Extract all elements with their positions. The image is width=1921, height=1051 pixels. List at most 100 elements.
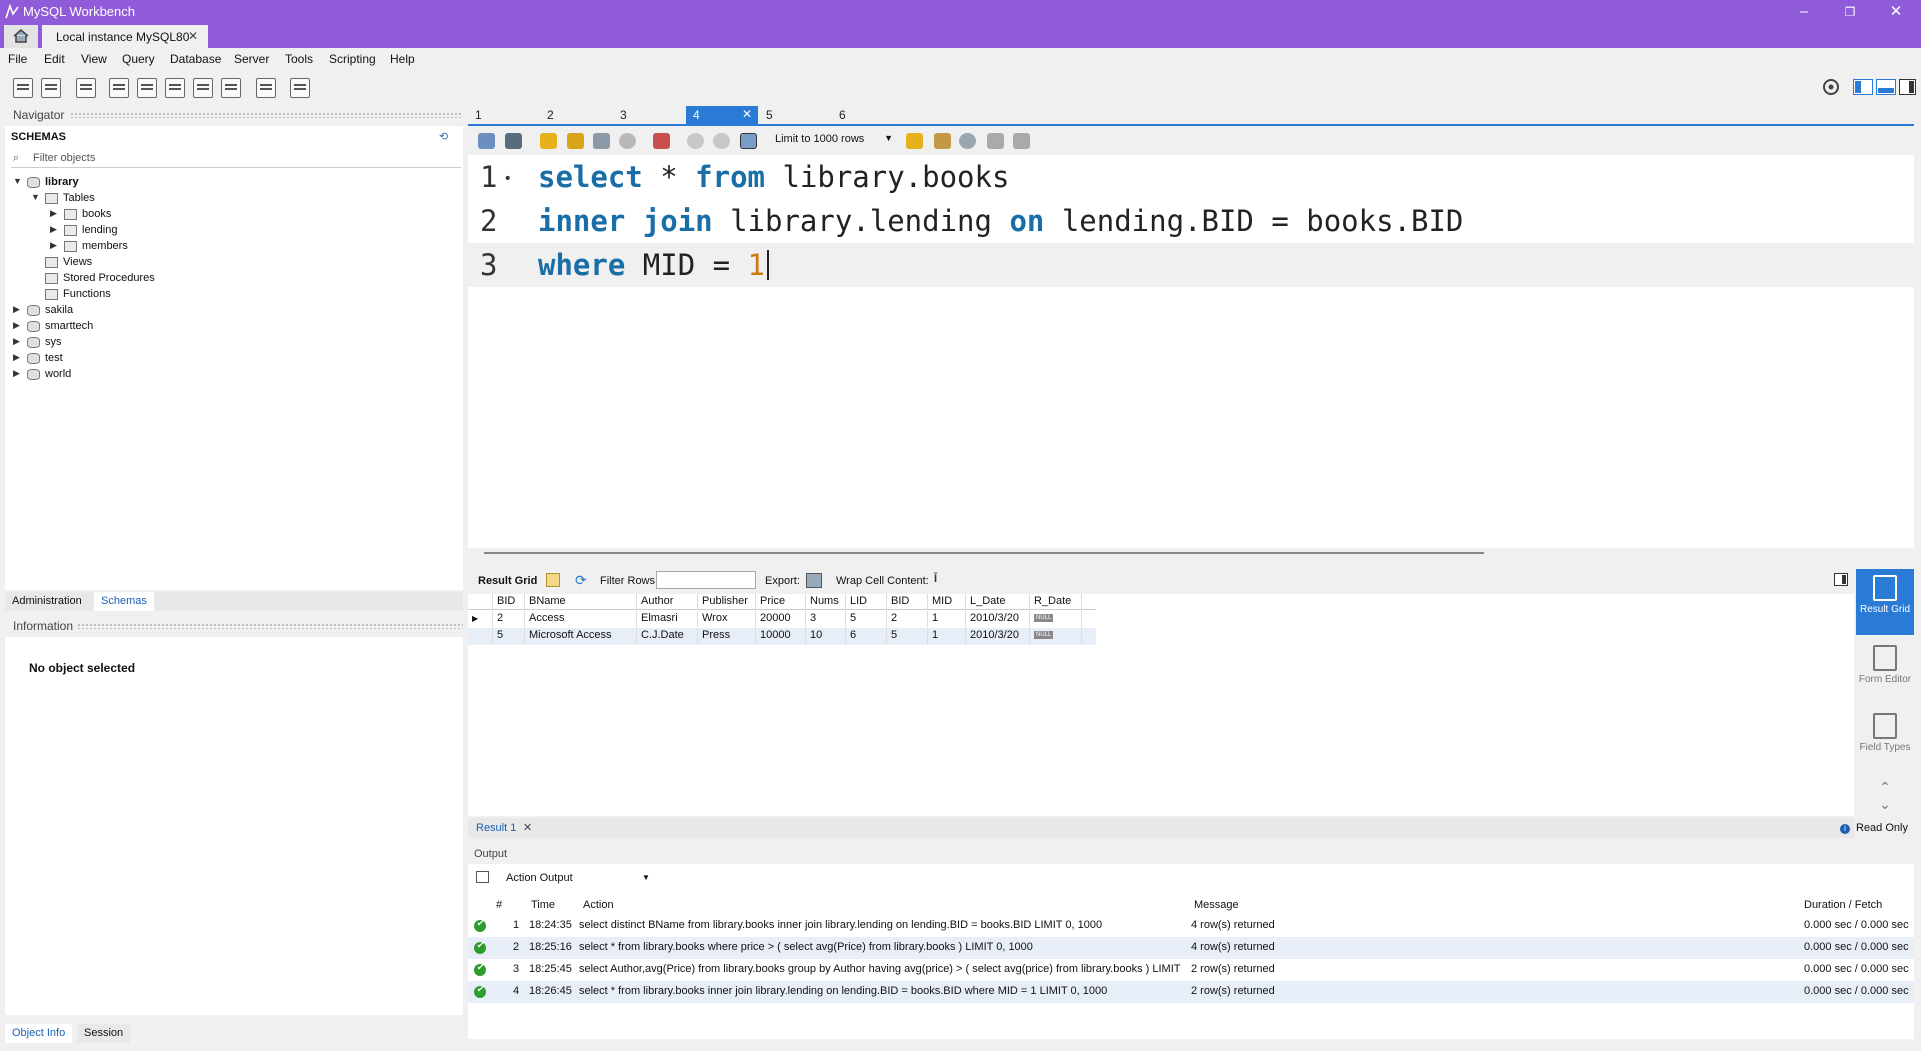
autocommit-icon[interactable] xyxy=(740,133,757,149)
open-file-icon[interactable] xyxy=(478,133,495,149)
find-icon[interactable] xyxy=(959,133,976,149)
explain-icon[interactable] xyxy=(593,133,610,149)
export-icon[interactable] xyxy=(806,573,822,588)
toggle-secondary-sidebar-icon[interactable] xyxy=(1899,79,1916,95)
refresh-schemas-icon[interactable]: ⟲ xyxy=(439,130,448,143)
wrap-cell-icon[interactable]: Ī xyxy=(934,573,937,585)
table-row[interactable]: 5 Microsoft Access C.J.Date Press 10000 … xyxy=(468,628,1096,645)
column-header[interactable]: Price xyxy=(756,594,806,610)
expanded-arrow-icon[interactable]: ▼ xyxy=(13,176,23,186)
tab-query-6[interactable]: 6 xyxy=(832,106,904,124)
menu-database[interactable]: Database xyxy=(170,52,221,66)
execute-icon[interactable] xyxy=(540,133,557,149)
tab-object-info[interactable]: Object Info xyxy=(5,1024,73,1043)
tab-query-5[interactable]: 5 xyxy=(759,106,831,124)
settings-gear-icon[interactable] xyxy=(1822,78,1840,96)
column-header[interactable]: L_Date xyxy=(966,594,1030,610)
table-row[interactable]: ▶ 2 Access Elmasri Wrox 20000 3 5 2 1 20… xyxy=(468,611,1096,628)
column-header[interactable]: BID xyxy=(493,594,525,610)
column-header[interactable]: MID xyxy=(928,594,966,610)
menu-query[interactable]: Query xyxy=(122,52,155,66)
filter-rows-input[interactable] xyxy=(656,571,756,589)
menu-file[interactable]: File xyxy=(8,52,27,66)
refresh-icon[interactable]: ⟳ xyxy=(575,572,587,589)
column-header[interactable]: BName xyxy=(525,594,637,610)
menu-server[interactable]: Server xyxy=(234,52,269,66)
collapsed-arrow-icon[interactable]: ▶ xyxy=(13,368,23,379)
tab-local-instance[interactable]: Local instance MySQL80 ✕ xyxy=(42,25,208,48)
menu-scripting[interactable]: Scripting xyxy=(329,52,376,66)
reconnect-icon[interactable] xyxy=(290,78,310,98)
toggle-sidebar-icon[interactable] xyxy=(1853,79,1873,95)
tab-session[interactable]: Session xyxy=(77,1024,131,1043)
tab-query-3[interactable]: 3 xyxy=(613,106,685,124)
column-header[interactable]: Author xyxy=(637,594,698,610)
close-tab-icon[interactable]: ✕ xyxy=(188,29,198,43)
column-header[interactable]: LID xyxy=(846,594,887,610)
create-table-icon[interactable] xyxy=(137,78,157,98)
tab-query-1[interactable]: 1 xyxy=(468,106,540,124)
inspector-icon[interactable] xyxy=(76,78,96,98)
new-sql-tab-icon[interactable] xyxy=(13,78,33,98)
word-wrap-icon[interactable] xyxy=(1013,133,1030,149)
result-grid[interactable]: BID BName Author Publisher Price Nums LI… xyxy=(468,594,1854,816)
collapsed-arrow-icon[interactable]: ▶ xyxy=(13,320,23,331)
create-view-icon[interactable] xyxy=(165,78,185,98)
open-sql-script-icon[interactable] xyxy=(41,78,61,98)
create-function-icon[interactable] xyxy=(221,78,241,98)
collapsed-arrow-icon[interactable]: ▶ xyxy=(50,208,60,219)
save-icon[interactable] xyxy=(505,133,522,149)
menu-help[interactable]: Help xyxy=(390,52,415,66)
grid-view-icon[interactable] xyxy=(546,573,560,587)
close-result-tab-icon[interactable]: ✕ xyxy=(523,821,532,834)
menu-view[interactable]: View xyxy=(81,52,107,66)
tab-result-1[interactable]: Result 1 xyxy=(476,822,516,834)
rollback-icon[interactable] xyxy=(713,133,730,149)
menu-edit[interactable]: Edit xyxy=(44,52,65,66)
column-header[interactable]: R_Date xyxy=(1030,594,1082,610)
commit-icon[interactable] xyxy=(687,133,704,149)
output-row[interactable]: 1 18:24:35 select distinct BName from li… xyxy=(468,915,1914,937)
toggle-panel-icon[interactable] xyxy=(1834,573,1848,586)
tab-schemas[interactable]: Schemas xyxy=(94,592,154,611)
tab-query-4[interactable]: 4 ✕ xyxy=(686,106,758,124)
create-procedure-icon[interactable] xyxy=(193,78,213,98)
tab-administration[interactable]: Administration xyxy=(5,592,89,611)
collapsed-arrow-icon[interactable]: ▶ xyxy=(50,240,60,251)
scroll-arrows-icon[interactable]: ⌃ ⌄ xyxy=(1856,779,1914,812)
tab-query-2[interactable]: 2 xyxy=(540,106,612,124)
output-type-select[interactable]: Action Output ▼ xyxy=(476,870,650,888)
beautify-icon[interactable] xyxy=(934,133,951,149)
field-types-side-button[interactable]: Field Types xyxy=(1856,707,1914,771)
column-header[interactable]: Publisher xyxy=(698,594,756,610)
execute-current-icon[interactable] xyxy=(567,133,584,149)
toggle-error-stop-icon[interactable] xyxy=(653,133,670,149)
expanded-arrow-icon[interactable]: ▼ xyxy=(31,192,41,202)
column-header[interactable]: Nums xyxy=(806,594,846,610)
filter-objects-input[interactable]: ⌕ Filter objects xyxy=(11,150,461,168)
result-grid-side-button[interactable]: Result Grid xyxy=(1856,569,1914,635)
close-tab-icon[interactable]: ✕ xyxy=(742,107,752,121)
stop-icon[interactable] xyxy=(619,133,636,149)
menu-tools[interactable]: Tools xyxy=(285,52,313,66)
minimize-icon[interactable]: – xyxy=(1781,0,1827,24)
close-icon[interactable]: ✕ xyxy=(1873,0,1919,24)
collapsed-arrow-icon[interactable]: ▶ xyxy=(50,224,60,235)
output-row[interactable]: 2 18:25:16 select * from library.books w… xyxy=(468,937,1914,959)
output-row[interactable]: 4 18:26:45 select * from library.books i… xyxy=(468,981,1914,1003)
create-schema-icon[interactable] xyxy=(109,78,129,98)
add-snippet-icon[interactable] xyxy=(906,133,923,149)
limit-rows-select[interactable]: Limit to 1000 rows ▼ xyxy=(775,133,899,149)
sql-editor[interactable]: 1 • select * from library.books 2 inner j… xyxy=(468,155,1914,554)
horizontal-scrollbar[interactable] xyxy=(484,552,1484,554)
invisible-chars-icon[interactable] xyxy=(987,133,1004,149)
form-editor-side-button[interactable]: Form Editor xyxy=(1856,639,1914,703)
copy-icon[interactable] xyxy=(476,871,489,883)
column-header[interactable]: BID xyxy=(887,594,928,610)
collapsed-arrow-icon[interactable]: ▶ xyxy=(13,336,23,347)
collapsed-arrow-icon[interactable]: ▶ xyxy=(13,304,23,315)
toggle-output-icon[interactable] xyxy=(1876,79,1896,95)
collapsed-arrow-icon[interactable]: ▶ xyxy=(13,352,23,363)
restore-icon[interactable]: ❐ xyxy=(1827,0,1873,24)
home-tab[interactable] xyxy=(4,25,38,48)
